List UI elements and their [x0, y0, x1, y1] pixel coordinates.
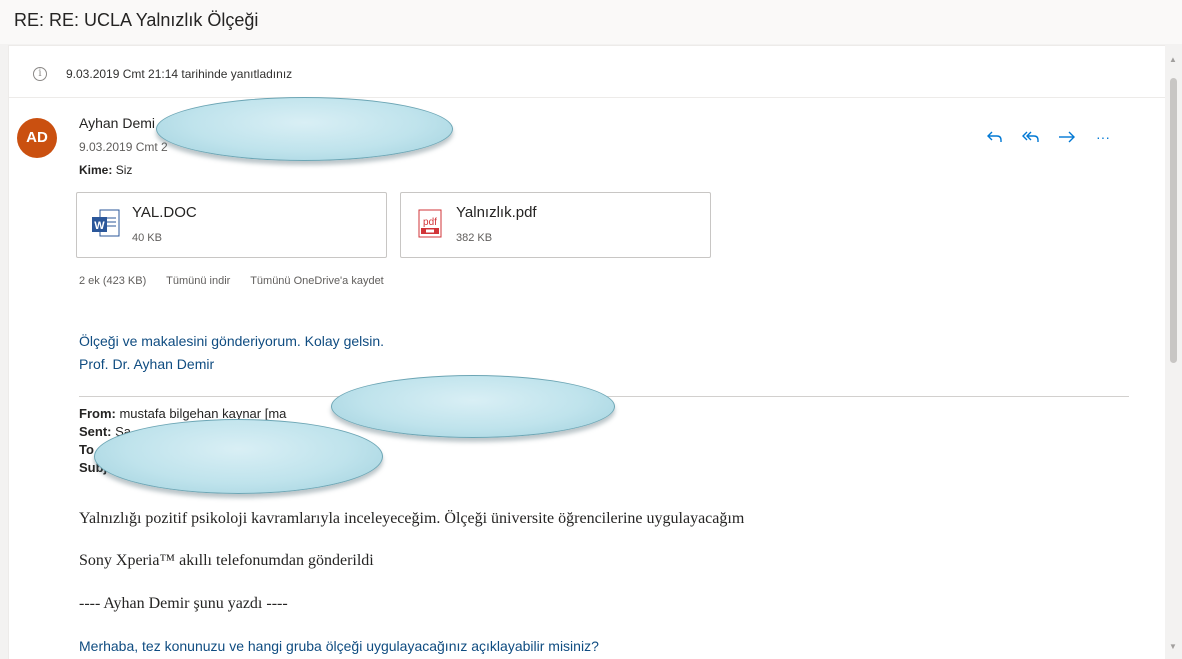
avatar[interactable]: AD — [17, 118, 57, 158]
from-label: From: — [79, 406, 116, 421]
scrollbar-thumb[interactable] — [1170, 78, 1177, 363]
pdf-icon: pdf — [415, 208, 445, 240]
quoted-paragraph: ---- Ayhan Demir şunu yazdı ---- — [79, 595, 288, 612]
attachment-card[interactable]: W YAL.DOC 40 KB — [76, 192, 387, 258]
redaction-blob — [156, 97, 453, 161]
to-value[interactable]: Siz — [116, 163, 133, 177]
quoted-paragraph: Merhaba, tez konunuzu ve hangi gruba ölç… — [79, 638, 599, 654]
replied-notice: 9.03.2019 Cmt 21:14 tarihinde yanıtladın… — [66, 67, 293, 81]
attachment-size: 40 KB — [132, 232, 162, 244]
scroll-up-icon[interactable]: ▲ — [1169, 55, 1177, 64]
redaction-blob — [94, 419, 383, 494]
quoted-to: To — [79, 442, 94, 457]
to-label: To — [79, 442, 94, 457]
sent-label: Sent: — [79, 424, 112, 439]
word-icon: W — [91, 208, 121, 240]
forward-icon[interactable] — [1056, 126, 1078, 148]
reply-icon[interactable] — [984, 126, 1006, 148]
quoted-paragraph: Sony Xperia™ akıllı telefonumdan gönderi… — [79, 552, 374, 569]
message-date: 9.03.2019 Cmt 2 — [79, 140, 168, 154]
save-onedrive-link[interactable]: Tümünü OneDrive'a kaydet — [250, 275, 384, 287]
attachment-name: Yalnızlık.pdf — [456, 204, 537, 221]
sender-name[interactable]: Ayhan Demi — [79, 115, 155, 131]
download-all-link[interactable]: Tümünü indir — [166, 275, 230, 287]
svg-text:pdf: pdf — [423, 217, 437, 228]
info-row: i 9.03.2019 Cmt 21:14 tarihinde yanıtlad… — [9, 46, 1165, 98]
subject-bar: RE: RE: UCLA Yalnızlık Ölçeği — [0, 0, 1182, 44]
email-subject: RE: RE: UCLA Yalnızlık Ölçeği — [14, 10, 259, 30]
attachment-size: 382 KB — [456, 232, 493, 244]
attachment-name: YAL.DOC — [132, 204, 197, 221]
attachment-meta: 2 ek (423 KB) Tümünü indir Tümünü OneDri… — [79, 275, 401, 287]
reply-all-icon[interactable] — [1020, 126, 1042, 148]
more-actions-button[interactable]: ··· — [1092, 126, 1114, 148]
to-label: Kime: — [79, 163, 113, 177]
recipient-row: Kime: Siz — [79, 163, 132, 177]
reading-pane: i 9.03.2019 Cmt 21:14 tarihinde yanıtlad… — [8, 45, 1165, 659]
attachment-count: 2 ek (423 KB) — [79, 275, 147, 287]
body-line: Ölçeği ve makalesini gönderiyorum. Kolay… — [79, 333, 385, 349]
attachment-card[interactable]: pdf Yalnızlık.pdf 382 KB — [400, 192, 711, 258]
scrollbar[interactable]: ▲ ▼ — [1165, 45, 1182, 659]
redaction-blob — [331, 375, 615, 438]
signature: Prof. Dr. Ayhan Demir — [79, 356, 215, 372]
svg-text:W: W — [94, 220, 105, 232]
quoted-paragraph: Yalnızlığı pozitif psikoloji kavramlarıy… — [79, 510, 745, 527]
scroll-down-icon[interactable]: ▼ — [1169, 642, 1177, 651]
info-icon: i — [33, 67, 47, 81]
